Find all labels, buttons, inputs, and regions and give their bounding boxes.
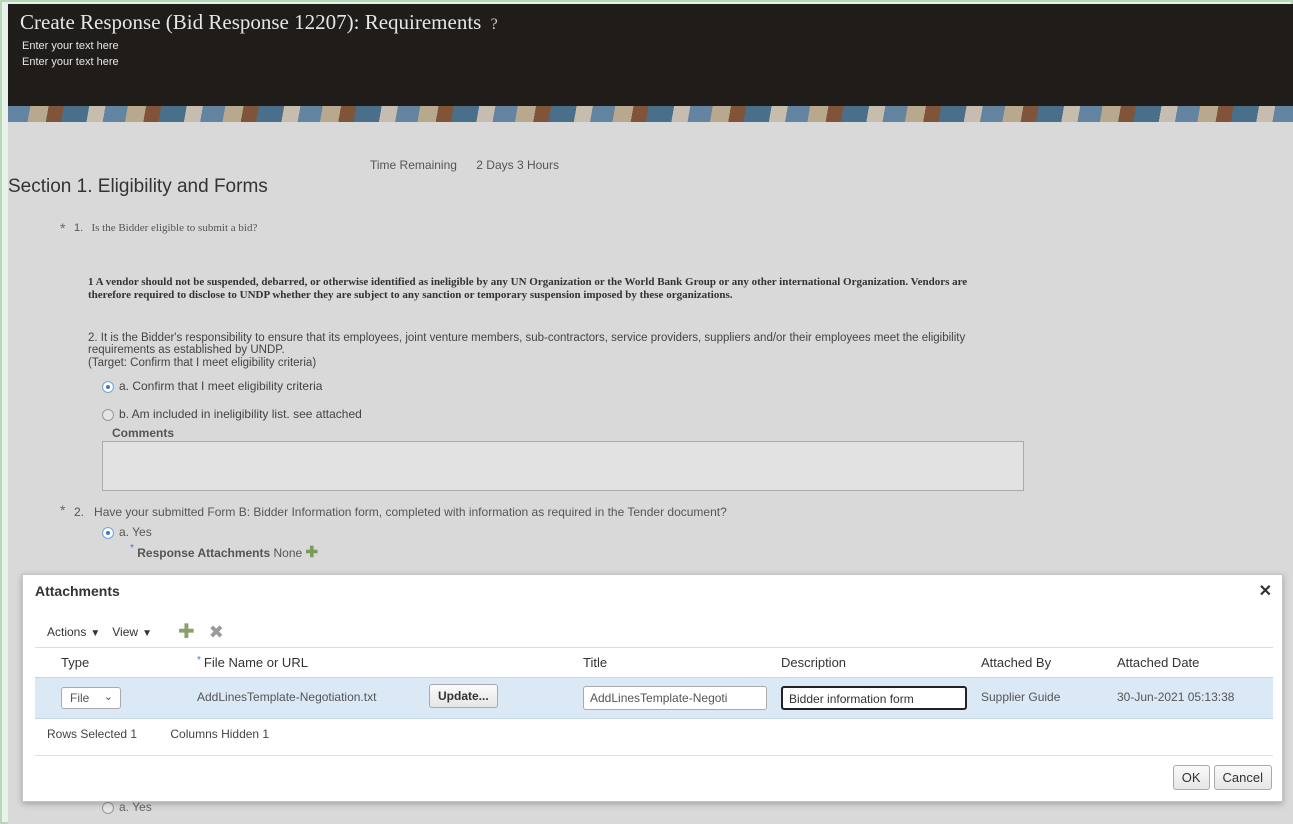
file-name: AddLinesTemplate-Negotiation.txt [197,690,377,704]
q2-option-a[interactable]: a. Yes [102,525,152,539]
header-banner [8,106,1293,122]
time-remaining: Time Remaining 2 Days 3 Hours [370,158,559,172]
ok-button[interactable]: OK [1172,765,1210,790]
time-remaining-value: 2 Days 3 Hours [476,158,559,172]
eligibility-paragraph-2: 2. It is the Bidder's responsibility to … [88,332,966,356]
page-header: Create Response (Bid Response 12207): Re… [8,4,1293,122]
table-row[interactable]: File ⌄ AddLinesTemplate-Negotiation.txt U… [35,677,1273,719]
question-1: 1. Is the Bidder eligible to submit a bi… [74,222,257,234]
delete-icon[interactable]: ✖ [209,623,224,641]
question-1-number: 1. [74,222,84,234]
response-attachments-label: Response Attachments [137,546,271,560]
behind-option-label: a. Yes [119,800,152,814]
q1-option-a-label: a. Confirm that I meet eligibility crite… [119,379,323,393]
required-marker: * [60,502,66,518]
behind-option[interactable]: a. Yes [102,800,152,814]
q1-option-b[interactable]: b. Am included in ineligibility list. se… [102,407,362,421]
attachments-dialog: Attachments ✕ Actions ▼ View ▼ ✚ ✖ Type * F… [22,574,1283,802]
divider [35,755,1273,756]
update-button-wrap: Update... [429,684,498,708]
chevron-down-icon: ⌄ [103,691,113,703]
add-icon[interactable]: ✚ [178,622,195,642]
section-title: Section 1. Eligibility and Forms [8,176,268,197]
q1-option-b-label: b. Am included in ineligibility list. se… [119,407,362,421]
column-title: Title [583,655,608,670]
question-2-text: Have your submitted Form B: Bidder Infor… [94,505,727,519]
type-select[interactable]: File ⌄ [61,687,121,709]
radio-selected-icon[interactable] [102,526,114,539]
view-menu-label: View [112,625,139,639]
comments-label: Comments [112,426,175,440]
cancel-button[interactable]: Cancel [1213,765,1272,790]
description-input[interactable]: Bidder information form [781,686,967,710]
comments-textarea[interactable] [102,441,1024,491]
attachments-toolbar: Actions ▼ View ▼ ✚ ✖ [47,621,224,643]
q1-option-a[interactable]: a. Confirm that I meet eligibility crite… [102,379,322,393]
subtitle-1: Enter your text here [22,40,119,52]
radio-unselected-icon[interactable] [102,408,114,421]
attached-by: Supplier Guide [981,690,1061,704]
title-input[interactable]: AddLinesTemplate-Negoti [583,686,767,710]
columns-hidden[interactable]: Columns Hidden 1 [170,727,269,741]
chevron-down-icon: ▼ [90,628,101,639]
response-attachments-value: None [273,546,303,560]
q2-option-a-label: a. Yes [119,525,152,539]
eligibility-paragraph-1: 1 A vendor should not be suspended, deba… [88,276,968,301]
update-button[interactable]: Update... [429,684,498,708]
column-attached-date: Attached Date [1117,655,1200,670]
page-title: Create Response (Bid Response 12207): Re… [20,10,498,35]
question-1-text: Is the Bidder eligible to submit a bid? [91,222,258,234]
close-icon[interactable]: ✕ [1259,581,1272,601]
question-2-number: 2. [74,505,85,519]
actions-menu-label: Actions [47,625,87,639]
column-description: Description [781,655,847,670]
type-select-value: File [70,691,90,705]
required-marker: * [60,220,66,236]
actions-menu[interactable]: Actions ▼ [47,625,100,639]
question-2: 2. Have your submitted Form B: Bidder In… [74,505,727,519]
table-header: Type * File Name or URL Title Description… [35,647,1273,678]
column-file-name: * File Name or URL [197,655,308,670]
dialog-title: Attachments [35,583,120,599]
table-status: Rows Selected 1 Columns Hidden 1 [47,727,269,741]
required-marker: * [130,543,134,554]
column-attached-by: Attached By [981,655,1052,670]
page-title-text: Create Response (Bid Response 12207): Re… [20,10,482,34]
required-marker: * [197,655,201,666]
attached-date: 30-Jun-2021 05:13:38 [1117,690,1235,704]
dialog-buttons: OK Cancel [1172,765,1272,790]
subtitle-2: Enter your text here [22,56,119,68]
column-type: Type [61,655,90,670]
response-attachments: * Response Attachments None ✚ [130,543,318,561]
time-remaining-label: Time Remaining [370,158,457,172]
chevron-down-icon: ▼ [142,628,152,639]
view-menu[interactable]: View ▼ [112,625,152,639]
rows-selected: Rows Selected 1 [47,727,138,741]
radio-unselected-icon[interactable] [102,801,114,814]
add-attachment-icon[interactable]: ✚ [306,544,319,561]
help-icon[interactable]: ? [491,16,498,33]
target-text: (Target: Confirm that I meet eligibility… [88,357,317,369]
radio-selected-icon[interactable] [102,380,114,393]
column-file-name-label: File Name or URL [203,655,308,670]
